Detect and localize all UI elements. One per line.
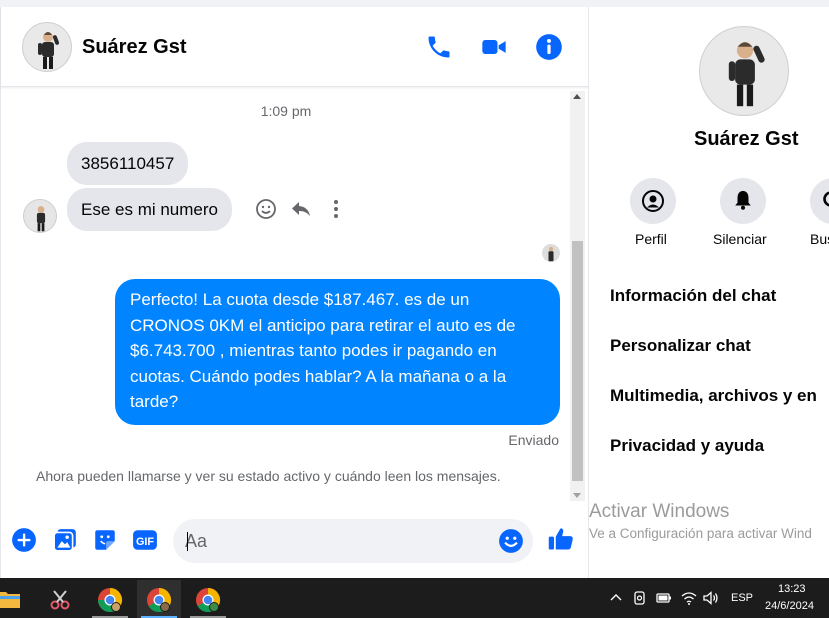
incoming-message[interactable]: Ese es mi numero — [67, 188, 232, 231]
search-label: Bus — [810, 231, 829, 247]
snipping-tool-button[interactable] — [38, 580, 82, 618]
chat-info-panel: Suárez Gst Perfil Silenciar Bus Informac… — [588, 7, 829, 578]
meet-now-icon[interactable] — [631, 589, 649, 607]
activation-watermark-subtitle: Ve a Configuración para activar Wind — [589, 526, 812, 541]
chrome-icon — [147, 588, 172, 613]
window-top-border — [0, 0, 829, 7]
thumbs-up-icon[interactable] — [547, 525, 575, 553]
file-explorer-button[interactable] — [0, 580, 30, 618]
chat-header: Suárez Gst — [1, 7, 589, 87]
menu-privacy-help[interactable]: Privacidad y ayuda — [610, 436, 764, 456]
chrome-icon — [97, 588, 123, 613]
search-button[interactable] — [810, 178, 829, 224]
mute-label: Silenciar — [713, 231, 767, 247]
chat-pane: Suárez Gst 1:09 pm 3856110457 Ese es mi … — [0, 7, 589, 578]
chrome-window-3[interactable] — [186, 580, 230, 618]
person-figure-icon — [728, 42, 765, 107]
profile-name: Suárez Gst — [694, 128, 799, 150]
emoji-icon[interactable] — [498, 528, 524, 554]
profile-avatar[interactable] — [699, 26, 789, 116]
scroll-up-arrow[interactable] — [573, 94, 581, 99]
folder-icon — [0, 592, 20, 608]
person-figure-icon — [548, 246, 554, 262]
wifi-icon[interactable] — [680, 589, 698, 607]
keyboard-language[interactable]: ESP — [731, 592, 753, 604]
chevron-up-icon[interactable] — [607, 589, 625, 607]
gif-icon[interactable]: GIF — [132, 527, 158, 553]
profile-button[interactable] — [630, 178, 676, 224]
sticker-icon[interactable] — [92, 527, 118, 553]
mute-button[interactable] — [720, 178, 766, 224]
windows-taskbar: ESP 13:23 24/6/2024 — [0, 578, 829, 618]
call-availability-notice: Ahora pueden llamarse y ver su estado ac… — [36, 468, 501, 484]
emoji-reaction-icon[interactable] — [254, 197, 278, 221]
message-input-container[interactable] — [173, 519, 533, 563]
message-input[interactable] — [185, 525, 485, 557]
sent-status: Enviado — [508, 432, 559, 448]
message-timestamp: 1:09 pm — [260, 103, 312, 119]
more-options-icon[interactable] — [324, 197, 348, 221]
message-list[interactable]: 1:09 pm 3856110457 Ese es mi numero Perf… — [1, 87, 589, 503]
menu-media-files[interactable]: Multimedia, archivos y en — [610, 386, 817, 406]
outgoing-message[interactable]: Perfecto! La cuota desde $187.467. es de… — [115, 279, 560, 425]
message-scrollbar[interactable] — [570, 91, 585, 501]
menu-customize-chat[interactable]: Personalizar chat — [610, 336, 751, 356]
scroll-down-arrow[interactable] — [573, 493, 581, 498]
user-circle-icon — [642, 190, 664, 212]
incoming-message[interactable]: 3856110457 — [67, 142, 189, 185]
video-call-icon[interactable] — [480, 33, 508, 61]
scissors-icon — [50, 590, 70, 610]
plus-circle-icon[interactable] — [11, 527, 37, 553]
photo-gallery-icon[interactable] — [52, 527, 78, 553]
svg-text:GIF: GIF — [136, 536, 154, 548]
message-composer: GIF — [1, 513, 589, 573]
bell-icon — [735, 190, 751, 210]
scrollbar-thumb[interactable] — [572, 241, 583, 481]
chrome-window-2[interactable] — [137, 580, 181, 618]
text-caret — [187, 532, 188, 551]
person-figure-icon — [38, 32, 60, 69]
profile-label: Perfil — [635, 231, 667, 247]
battery-icon[interactable] — [655, 589, 673, 607]
info-icon[interactable] — [535, 33, 563, 61]
chrome-window-1[interactable] — [88, 580, 132, 618]
clock-date[interactable]: 24/6/2024 — [765, 600, 814, 612]
activation-watermark-title: Activar Windows — [589, 501, 730, 522]
clock-time[interactable]: 13:23 — [778, 583, 806, 595]
menu-chat-info[interactable]: Información del chat — [610, 286, 776, 306]
reply-icon[interactable] — [289, 197, 313, 221]
speaker-icon[interactable] — [702, 589, 720, 607]
phone-icon[interactable] — [425, 33, 453, 61]
contact-name[interactable]: Suárez Gst — [82, 36, 186, 59]
contact-avatar[interactable] — [22, 22, 72, 72]
search-icon — [823, 191, 829, 207]
person-figure-icon — [36, 206, 46, 232]
chrome-icon — [196, 588, 221, 613]
sender-avatar[interactable] — [23, 199, 57, 233]
seen-indicator-avatar — [542, 244, 560, 262]
